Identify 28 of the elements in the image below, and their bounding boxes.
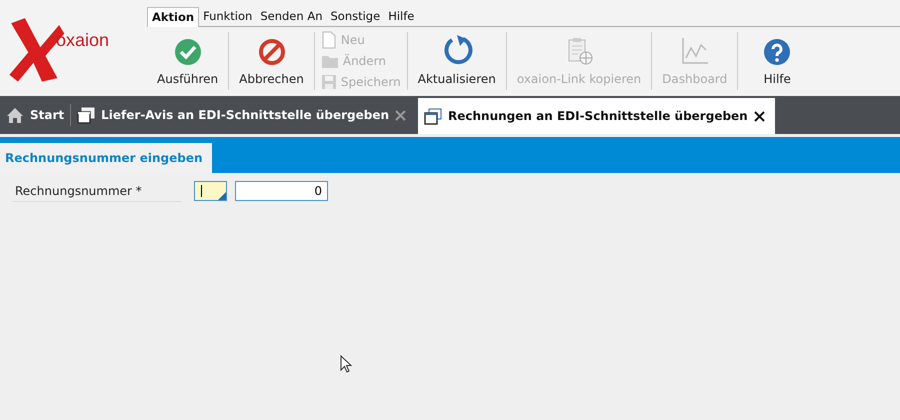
toolbar-button[interactable]: Aktualisieren [408, 30, 506, 92]
section-tab[interactable]: Rechnungsnummer eingeben [0, 143, 212, 173]
value-field[interactable]: 0 [235, 181, 328, 201]
save-icon [320, 74, 337, 90]
close-icon[interactable] [754, 110, 765, 122]
toolbar-button[interactable]: Ausführen [147, 30, 228, 92]
windows-icon [424, 108, 442, 124]
menu-tab[interactable]: Sonstige [326, 7, 384, 26]
input-field[interactable] [194, 181, 227, 201]
mouse-cursor-icon [340, 355, 352, 373]
document-tab[interactable]: Rechnungen an EDI-Schnittstelle übergeben [418, 98, 775, 134]
toolbar-button[interactable]: Abbrechen [229, 30, 314, 92]
home-icon [6, 106, 24, 124]
toolbar-button[interactable]: Hilfe [738, 30, 816, 92]
menu-tab[interactable]: Funktion [199, 7, 256, 26]
field-label: Rechnungsnummer * [12, 180, 182, 202]
help-icon [763, 38, 792, 66]
document-icon [320, 31, 337, 49]
menu-tab[interactable]: Senden An [256, 7, 326, 26]
document-tab[interactable]: Liefer-Avis an EDI-Schnittstelle übergeben [71, 99, 412, 131]
folder-icon [320, 53, 339, 69]
cancel-icon [258, 38, 286, 66]
document-tab[interactable]: Start [0, 99, 70, 131]
windows-icon [77, 106, 96, 124]
check-icon [174, 38, 202, 66]
line-chart-icon [680, 36, 710, 66]
menu-tab[interactable]: Hilfe [384, 7, 418, 26]
menu-tab[interactable]: Aktion [147, 7, 200, 27]
